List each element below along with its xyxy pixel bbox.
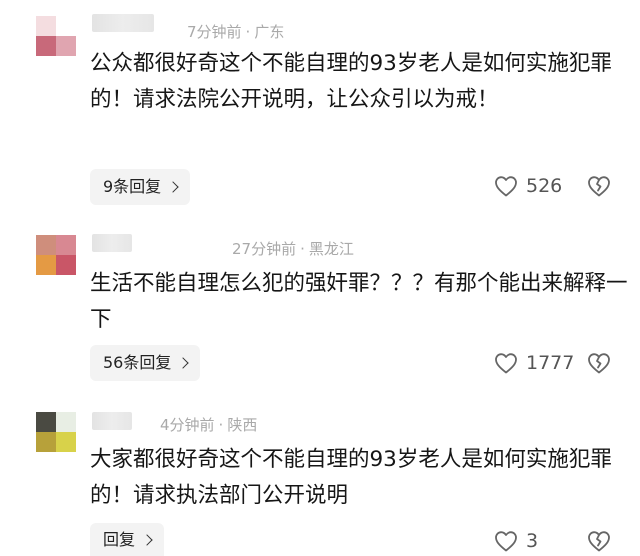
like-count: 1777: [526, 352, 575, 374]
reply-count-label: 9条回复: [103, 177, 162, 196]
heart-outline-icon: [495, 176, 517, 197]
comment-meta: 4分钟前 · 陕西: [160, 414, 257, 435]
avatar[interactable]: [36, 412, 76, 452]
comment-item: 4分钟前 · 陕西 大家都很好奇这个不能自理的93岁老人是如何实施犯罪的！请求执法部…: [0, 400, 640, 556]
like-button[interactable]: 1777: [494, 352, 574, 374]
like-button[interactable]: 526: [494, 175, 562, 197]
username-blurred[interactable]: [92, 14, 154, 32]
comment-location: 陕西: [227, 416, 258, 434]
comment-text: 生活不能自理怎么犯的强奸罪？？？有那个能出来解释一下: [90, 271, 628, 332]
reply-label: 回复: [103, 530, 136, 549]
comment-location: 广东: [254, 23, 285, 41]
avatar-pixel: [36, 412, 56, 432]
chevron-right-icon: [177, 357, 190, 369]
avatar-pixel: [56, 255, 76, 275]
view-replies-button[interactable]: 9条回复: [90, 169, 191, 205]
heart-outline-icon: [495, 531, 517, 552]
comment-item: 27分钟前 · 黑龙江 生活不能自理怎么犯的强奸罪？？？有那个能出来解释一下 56条…: [0, 210, 640, 400]
comment-time: 4分钟前: [160, 416, 215, 434]
avatar-pixel: [56, 16, 76, 36]
chevron-right-icon: [167, 181, 179, 193]
avatar-pixel: [56, 36, 76, 56]
broken-heart-icon[interactable]: [587, 352, 611, 374]
comment-location: 黑龙江: [308, 240, 354, 258]
heart-outline-icon: [495, 353, 517, 374]
like-button[interactable]: 3: [494, 530, 538, 552]
avatar-pixel: [56, 235, 76, 255]
avatar-pixel: [36, 255, 56, 275]
view-replies-button[interactable]: 56条回复: [90, 345, 201, 381]
meta-separator: ·: [300, 240, 305, 258]
avatar-pixel: [56, 432, 76, 452]
avatar[interactable]: [36, 235, 76, 275]
like-count: 3: [526, 530, 539, 552]
reply-button[interactable]: 回复: [90, 523, 165, 556]
avatar-pixel: [36, 16, 56, 36]
reply-count-label: 56条回复: [103, 353, 172, 372]
comment-time: 27分钟前: [232, 240, 297, 258]
meta-separator: ·: [245, 23, 251, 41]
avatar-pixel: [36, 432, 56, 452]
comment-item: 7分钟前 · 广东 公众都很好奇这个不能自理的93岁老人是如何实施犯罪的！请求法院公…: [0, 0, 640, 210]
comment-meta: 27分钟前 · 黑龙江: [232, 238, 354, 259]
comment-time: 7分钟前: [187, 23, 242, 41]
like-count: 526: [526, 175, 563, 197]
username-blurred[interactable]: [92, 412, 132, 430]
username-blurred[interactable]: [92, 234, 132, 252]
meta-separator: ·: [218, 416, 224, 434]
broken-heart-icon[interactable]: [587, 530, 611, 552]
avatar-pixel: [36, 235, 56, 255]
avatar-pixel: [36, 36, 56, 56]
broken-heart-icon[interactable]: [587, 175, 611, 197]
comment-text: 大家都很好奇这个不能自理的93岁老人是如何实施犯罪的！请求执法部门公开说明: [90, 447, 612, 508]
chevron-right-icon: [141, 533, 153, 546]
avatar[interactable]: [36, 16, 76, 56]
comment-text: 公众都很好奇这个不能自理的93岁老人是如何实施犯罪的！请求法院公开说明，让公众引…: [90, 51, 612, 112]
comment-meta: 7分钟前 · 广东: [187, 21, 284, 42]
avatar-pixel: [56, 412, 76, 432]
